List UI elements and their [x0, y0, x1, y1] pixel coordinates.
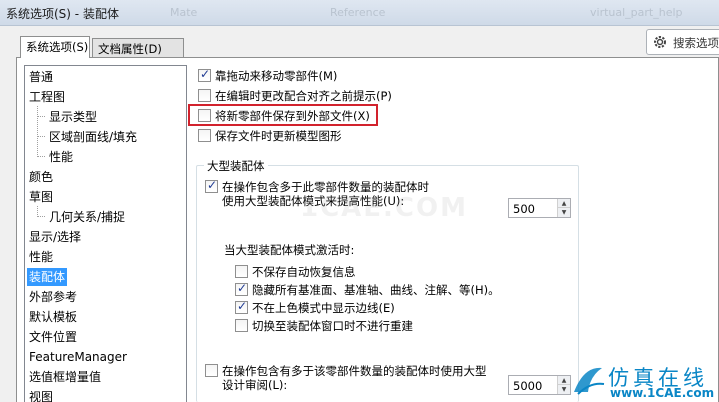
background-toolbar-text: Mate: [170, 6, 198, 19]
background-watermark: 1CAE.COM: [300, 193, 468, 223]
tree-connector: [37, 116, 45, 117]
spinner-value[interactable]: 500: [513, 202, 535, 216]
search-options-box[interactable]: 搜索选项: [646, 29, 719, 55]
option-label: 切换至装配体窗口时不进行重建: [252, 319, 413, 333]
tree-connector: [37, 106, 38, 157]
tree-item-spin-box-increments[interactable]: 选值框增量值: [27, 368, 103, 386]
checkbox[interactable]: [235, 299, 248, 314]
tree-item-drawings[interactable]: 工程图: [27, 88, 67, 106]
tree-item-area-hatch[interactable]: 区域剖面线/填充: [47, 128, 139, 146]
large-assembly-threshold-spinner[interactable]: 500 ▲ ▼: [508, 198, 571, 218]
highlight-box: [188, 104, 378, 126]
tree-item-file-locations[interactable]: 文件位置: [27, 328, 79, 346]
checkbox[interactable]: [205, 364, 218, 377]
spinner-value[interactable]: 5000: [513, 379, 542, 393]
tree-connector: [37, 136, 45, 137]
option-label: 不保存自动恢复信息: [252, 265, 356, 279]
tree-item-relations-snaps[interactable]: 几何关系/捕捉: [47, 208, 127, 226]
spinner-buttons: ▲ ▼: [557, 376, 570, 394]
spin-up-icon[interactable]: ▲: [558, 199, 570, 208]
tree-item-default-templates[interactable]: 默认模板: [27, 308, 79, 326]
checkbox[interactable]: [205, 178, 218, 193]
search-options-label: 搜索选项: [673, 36, 719, 50]
option-label: 隐藏所有基准面、基准轴、曲线、注解、等(H)。: [252, 283, 500, 297]
group-title: 大型装配体: [204, 158, 268, 174]
tree-item-sketch[interactable]: 草图: [27, 188, 55, 206]
tree-item-external-references[interactable]: 外部参考: [27, 288, 79, 306]
site-watermark: 仿真在线 www.1CAE.com: [570, 360, 719, 402]
tree-item-drawing-performance[interactable]: 性能: [47, 148, 75, 166]
title-bar: 系统选项(S) - 装配体 Mate Reference virtual_par…: [0, 0, 719, 26]
option-label: 不在上色模式中显示边线(E): [252, 301, 395, 315]
spin-up-icon[interactable]: ▲: [558, 376, 570, 385]
tree-item-performance[interactable]: 性能: [27, 248, 55, 266]
tree-item-display-style[interactable]: 显示类型: [47, 108, 99, 126]
option-label-continued: 设计审阅(L):: [222, 378, 288, 392]
option-label: 靠拖动来移动零部件(M): [215, 69, 338, 83]
background-toolbar-text: Reference: [330, 6, 386, 19]
gear-icon: [652, 34, 668, 53]
spin-down-icon[interactable]: ▼: [558, 385, 570, 394]
tab-document-properties[interactable]: 文档属性(D): [92, 38, 184, 58]
checkbox[interactable]: [235, 265, 248, 278]
background-toolbar-text: virtual_part_help: [590, 6, 683, 19]
tree-item-general[interactable]: 普通: [27, 68, 55, 86]
when-active-label: 当大型装配体模式激活时:: [224, 243, 355, 257]
checkbox[interactable]: [198, 67, 211, 82]
tab-system-options[interactable]: 系统选项(S): [20, 36, 90, 58]
window-title: 系统选项(S) - 装配体: [6, 7, 119, 21]
checkbox[interactable]: [198, 129, 211, 142]
watermark-logo-icon: [570, 362, 606, 401]
options-tree: 普通 工程图 显示类型 区域剖面线/填充 性能 颜色 草图 几何关系/捕捉 显示…: [24, 65, 187, 402]
tree-connector: [37, 156, 45, 157]
spinner-buttons: ▲ ▼: [557, 199, 570, 217]
checkbox[interactable]: [235, 281, 248, 296]
tree-item-display-selection[interactable]: 显示/选择: [27, 228, 83, 246]
option-label: 保存文件时更新模型图形: [215, 129, 342, 143]
option-label: 在编辑时更改配合对齐之前提示(P): [215, 89, 392, 103]
tree-item-featuremanager[interactable]: FeatureManager: [27, 348, 129, 366]
tree-connector: [37, 216, 45, 217]
tree-item-view[interactable]: 视图: [27, 388, 55, 402]
design-review-threshold-spinner[interactable]: 5000 ▲ ▼: [508, 375, 571, 395]
spin-down-icon[interactable]: ▼: [558, 208, 570, 217]
tree-item-assemblies[interactable]: 装配体: [27, 268, 68, 286]
tree-item-colors[interactable]: 颜色: [27, 168, 55, 186]
checkbox[interactable]: [198, 89, 211, 102]
watermark-url: www.1CAE.com: [610, 386, 715, 400]
checkbox[interactable]: [235, 319, 248, 332]
